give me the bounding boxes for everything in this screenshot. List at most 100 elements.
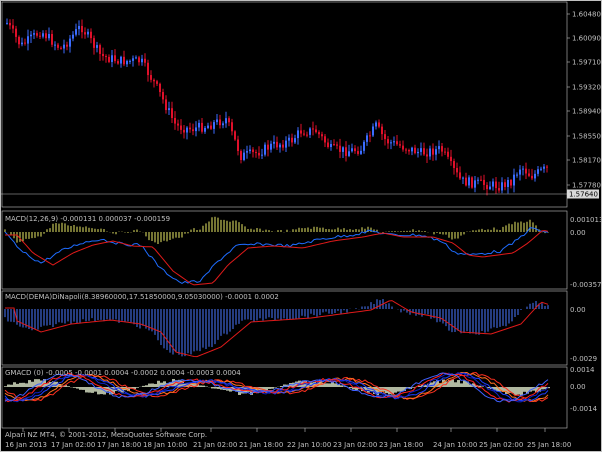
gmacd-axis-zero: 0.00: [570, 383, 586, 391]
gmacd-bar: [271, 387, 274, 389]
candle-body: [147, 62, 149, 76]
gmacd-bar: [394, 387, 397, 393]
time-tick-label: 23 Jan 18:00: [379, 441, 423, 449]
candle-body: [384, 134, 386, 140]
candle-body: [372, 126, 374, 136]
candle-body: [465, 177, 467, 186]
candle-body: [96, 45, 98, 48]
gmacd-bar: [79, 387, 82, 390]
candle-body: [516, 174, 518, 176]
time-tick-label: 25 Jan 18:00: [527, 441, 571, 449]
macd-axis-bottom: -0.003572: [570, 281, 601, 289]
candle-body: [528, 173, 530, 176]
candle-body: [90, 31, 92, 39]
candle-body: [18, 36, 20, 45]
candle-body: [102, 53, 104, 57]
chart-window[interactable]: 1.60480 1.60090 1.59710 1.59320 1.58940 1.585…: [0, 0, 602, 452]
candle-body: [132, 58, 134, 61]
candle-body: [180, 125, 182, 130]
candle-body: [360, 150, 362, 154]
candle-body: [501, 182, 503, 191]
candle-body: [462, 177, 464, 179]
candle-body: [393, 141, 395, 143]
candle-body: [69, 38, 71, 47]
gmacd-bar: [76, 387, 79, 389]
gmacd-bar: [217, 387, 220, 389]
gmacd-bar: [4, 386, 7, 387]
gmacd-bar: [349, 387, 352, 389]
candle-body: [405, 149, 407, 151]
candle-body: [75, 29, 77, 35]
candle-body: [303, 133, 305, 135]
gmacd-bar: [73, 387, 76, 388]
candle-body: [366, 135, 368, 142]
gmacd-bar: [418, 386, 421, 387]
copyright-text: Alpari NZ MT4, © 2001-2012, MetaQuotes S…: [5, 431, 207, 439]
gmacd-bar: [22, 382, 25, 387]
candle-body: [246, 151, 248, 153]
macd-axis-zero: 0.00: [570, 229, 586, 237]
gmacd-bar: [328, 383, 331, 387]
gmacd-bar: [280, 385, 283, 387]
candle-body: [327, 142, 329, 148]
candle-body: [78, 26, 80, 30]
candle-body: [243, 152, 245, 161]
candle-body: [27, 36, 29, 44]
price-tick-label: 1.59320: [572, 84, 601, 92]
candle-body: [312, 128, 314, 130]
candle-body: [39, 35, 41, 37]
gmacd-bar: [463, 380, 466, 387]
candle-body: [261, 154, 263, 156]
candle-body: [150, 75, 152, 80]
candle-body: [543, 166, 545, 169]
candle-body: [135, 57, 137, 59]
macd-line: [4, 227, 549, 284]
candle-body: [249, 149, 251, 152]
candle-body: [273, 141, 275, 144]
gmacd-bar: [7, 384, 10, 387]
gmacd-bar: [136, 387, 139, 388]
candle-body: [237, 139, 239, 152]
gmacd-bar: [451, 379, 454, 387]
candle-body: [426, 154, 428, 157]
chart-canvas[interactable]: 1.60480 1.60090 1.59710 1.59320 1.58940 1.585…: [1, 1, 601, 451]
gmacd-panel[interactable]: GMACD (0) -0.0005 -0.0001 0.0004 -0.0002…: [4, 366, 598, 413]
gmacd-bar: [85, 387, 88, 393]
candle-body: [45, 33, 47, 39]
price-tick-label: 1.58550: [572, 133, 601, 141]
candle-body: [375, 122, 377, 127]
gmacd-bar: [517, 387, 520, 395]
gmacd-axis-top: 0.0014: [570, 366, 595, 374]
gmacd-bar: [412, 387, 415, 388]
candle-body: [507, 179, 509, 187]
candle-body: [162, 92, 164, 100]
time-tick-label: 18 Jan 10:00: [143, 441, 187, 449]
macd-panel[interactable]: MACD(12,26,9) -0.000131 0.000037 -0.0001…: [4, 215, 601, 289]
candle-body: [210, 125, 212, 129]
candle-body: [351, 148, 353, 152]
gmacd-bar: [460, 383, 463, 387]
gmacd-bar: [151, 383, 154, 387]
candle-body: [381, 126, 383, 135]
candle-body: [468, 177, 470, 186]
candle-body: [402, 145, 404, 150]
gmacd-bar: [19, 382, 22, 387]
candle-body: [348, 151, 350, 156]
candle-body: [60, 47, 62, 49]
dinapoli-axis-zero: 0.00: [570, 306, 586, 314]
candle-body: [228, 118, 230, 123]
candle-body: [138, 57, 140, 63]
candle-body: [537, 169, 539, 174]
candle-body: [522, 168, 524, 170]
candle-body: [63, 44, 65, 49]
candle-body: [441, 146, 443, 152]
candle-body: [108, 56, 110, 62]
candle-body: [231, 122, 233, 132]
candle-body: [321, 134, 323, 137]
candle-body: [474, 180, 476, 188]
price-tick-label: 1.59710: [572, 59, 601, 67]
price-panel[interactable]: 1.60480 1.60090 1.59710 1.59320 1.58940 1.585…: [1, 11, 601, 199]
dinapoli-panel[interactable]: MACD(DEMA)DiNapoli(8.38960000,17.5185000…: [4, 293, 597, 363]
candle-body: [111, 55, 113, 62]
candle-body: [306, 134, 308, 136]
